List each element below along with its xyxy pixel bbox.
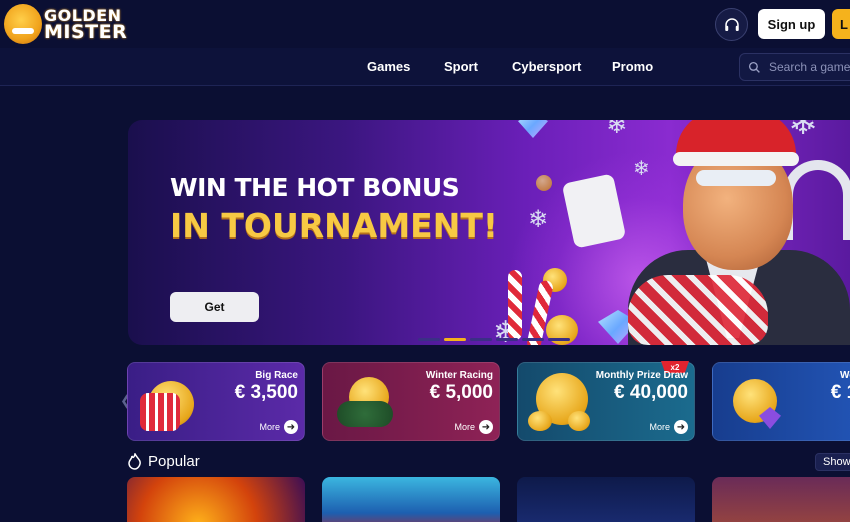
- coin-icon: [536, 175, 552, 191]
- slide-dot-active[interactable]: [444, 338, 466, 341]
- more-label: More: [649, 422, 670, 432]
- mascot-logo-icon: [4, 4, 42, 44]
- tournament-more-link[interactable]: More ➜: [649, 420, 688, 434]
- nav-item-promo[interactable]: Promo: [612, 59, 653, 74]
- tournament-card-big-race[interactable]: Big Race € 3,500 More ➜: [127, 362, 305, 441]
- snowflake-icon: ❄: [606, 120, 628, 140]
- snowflake-icon: ❄: [528, 205, 549, 233]
- tournament-title: Big Race: [255, 370, 298, 381]
- banner-title-line-2: IN TOURNAMENT!: [170, 206, 498, 245]
- logo-line-2: MISTER: [44, 21, 128, 43]
- arrow-right-icon: ➜: [284, 420, 298, 434]
- slide-dot[interactable]: [548, 338, 570, 341]
- search-icon: [748, 61, 760, 73]
- tournament-prize: € 40,000: [614, 382, 688, 403]
- tournament-card-weekly-prize[interactable]: Weekly Prize € 10,: [712, 362, 850, 441]
- game-tile[interactable]: [127, 477, 305, 522]
- tournament-prize: € 5,000: [429, 382, 493, 403]
- nav-item-cybersport[interactable]: Cybersport: [512, 59, 581, 74]
- gift-bow-decoration: [628, 275, 768, 345]
- main-navigation: Games Sport Cybersport Promo: [0, 48, 850, 86]
- sign-up-button[interactable]: Sign up: [758, 9, 825, 39]
- game-search[interactable]: [739, 53, 850, 81]
- search-input[interactable]: [769, 60, 850, 74]
- nav-item-sport[interactable]: Sport: [444, 59, 478, 74]
- tournament-title: Winter Racing: [425, 370, 493, 381]
- logo-text: GOLDEN MISTER: [44, 7, 128, 43]
- slide-dot[interactable]: [496, 338, 518, 341]
- get-bonus-button[interactable]: Get: [170, 292, 259, 322]
- game-tile[interactable]: [322, 477, 500, 522]
- arrow-right-icon: ➜: [674, 420, 688, 434]
- headset-icon: [724, 17, 739, 31]
- tournament-more-link[interactable]: More ➜: [454, 420, 493, 434]
- fire-icon: [128, 453, 141, 470]
- more-label: More: [454, 422, 475, 432]
- banner-title-line-1: WIN THE HOT BONUS: [170, 173, 460, 202]
- tournament-prize: € 10,: [830, 382, 850, 403]
- snowflake-icon: ❄: [633, 156, 650, 180]
- slide-dot[interactable]: [418, 338, 440, 341]
- popular-title: Popular: [148, 453, 200, 470]
- candy-cane-icon: [508, 270, 522, 340]
- tournament-card-winter-racing[interactable]: Winter Racing € 5,000 More ➜: [322, 362, 500, 441]
- christmas-wreath-icon: [331, 371, 401, 433]
- tournament-prize: € 3,500: [234, 382, 298, 403]
- nav-item-games[interactable]: Games: [367, 59, 410, 74]
- headphones-decoration: [783, 160, 850, 240]
- show-all-button[interactable]: Show: [815, 453, 850, 471]
- promo-banner[interactable]: ❄ ❄ ❄ ❄ ❄ WIN THE HOT BONUS IN TOURNAMEN…: [128, 120, 850, 345]
- more-label: More: [259, 422, 280, 432]
- top-header: GOLDEN MISTER Sign up L: [0, 0, 850, 48]
- casino-chips-icon: [136, 371, 206, 433]
- game-tile[interactable]: [712, 477, 850, 522]
- login-button[interactable]: L: [832, 9, 850, 39]
- arrow-right-icon: ➜: [479, 420, 493, 434]
- slide-dot[interactable]: [470, 338, 492, 341]
- character-glasses: [696, 170, 776, 186]
- support-button[interactable]: [715, 8, 748, 41]
- golden-mister-logo[interactable]: GOLDEN MISTER: [4, 2, 134, 46]
- tournament-title: Weekly Prize: [840, 370, 850, 381]
- game-tile[interactable]: [517, 477, 695, 522]
- popular-section-header: Popular: [128, 453, 200, 470]
- tournament-card-monthly-prize-draw[interactable]: x2 Monthly Prize Draw € 40,000 More ➜: [517, 361, 695, 441]
- trophy-icon: [721, 371, 791, 433]
- slide-dot[interactable]: [522, 338, 544, 341]
- diamond-icon: [518, 120, 548, 138]
- coins-icon: [526, 371, 596, 433]
- tournament-title: Monthly Prize Draw: [595, 370, 688, 381]
- tournament-more-link[interactable]: More ➜: [259, 420, 298, 434]
- banner-pagination: [418, 338, 570, 341]
- santa-hat-band: [673, 152, 799, 166]
